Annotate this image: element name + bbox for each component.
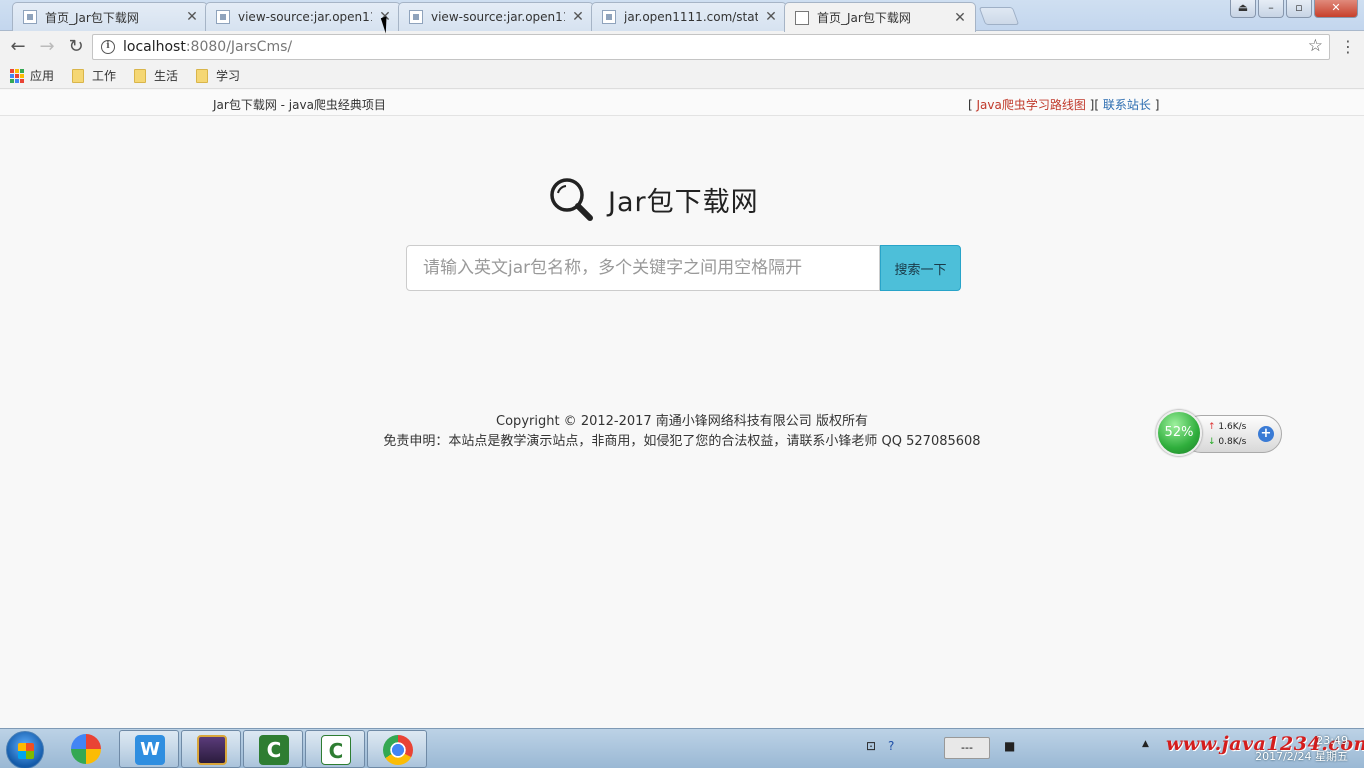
user-profile-button[interactable]: ⏏ xyxy=(1230,0,1256,18)
document-icon xyxy=(795,10,809,25)
page-favicon-icon xyxy=(23,10,37,24)
download-speed-value: 0.8K/s xyxy=(1218,437,1247,447)
tray-network-icon[interactable]: ⊡ xyxy=(866,739,876,753)
down-arrow-icon: ↓ xyxy=(1208,437,1216,447)
bracket: [ xyxy=(968,98,977,112)
magnifier-icon xyxy=(550,178,593,221)
up-arrow-icon: ↑ xyxy=(1208,422,1216,432)
chrome-icon xyxy=(383,735,413,765)
roadmap-link[interactable]: Java爬虫学习路线图 xyxy=(977,98,1086,112)
bracket: ][ xyxy=(1085,98,1103,112)
browser-tab[interactable]: jar.open1111.com/stat ✕ xyxy=(591,2,787,31)
upload-speed: ↑ 1.6K/s xyxy=(1208,422,1246,432)
jingle-ide-icon xyxy=(197,735,227,765)
taskbar-app-wps[interactable]: W xyxy=(119,730,179,768)
bookmark-star-icon[interactable]: ☆ xyxy=(1308,36,1323,56)
folder-icon xyxy=(196,68,209,83)
site-info-icon[interactable]: i xyxy=(101,40,115,54)
page-content: Jar包下载网 - java爬虫经典项目 [ Java爬虫学习路线图 ][ 联系… xyxy=(0,90,1364,728)
start-button[interactable] xyxy=(6,731,44,768)
browser-toolbar: ← → ↻ i localhost:8080/JarsCms/ ☆ ⋮ xyxy=(0,31,1364,63)
taskbar-app-chrome[interactable] xyxy=(367,730,427,768)
taskbar-app-jingle[interactable] xyxy=(181,730,241,768)
url-path: :8080/JarsCms/ xyxy=(185,39,293,55)
page-favicon-icon xyxy=(216,10,230,24)
tray-expand-icon[interactable]: ▲ xyxy=(1142,739,1149,749)
tray-power-icon[interactable]: ■ xyxy=(1004,739,1015,753)
chrome-menu-icon[interactable]: ⋮ xyxy=(1340,37,1356,56)
taskbar-app-camtasia[interactable]: C xyxy=(243,730,303,768)
system-clock[interactable]: 23:49 2017/2/24 星期五 xyxy=(1255,733,1348,765)
upload-speed-value: 1.6K/s xyxy=(1218,422,1247,432)
tab-title: 首页_Jar包下载网 xyxy=(45,10,139,25)
bracket: ] xyxy=(1150,98,1160,112)
close-window-button[interactable]: ✕ xyxy=(1314,0,1358,18)
search-input[interactable] xyxy=(406,245,880,291)
tab-title: view-source:jar.open1111 xyxy=(431,10,565,24)
address-bar[interactable]: i localhost:8080/JarsCms/ ☆ xyxy=(92,34,1330,60)
browser-tab[interactable]: 首页_Jar包下载网 ✕ xyxy=(12,2,208,31)
camtasia-icon: C xyxy=(259,735,289,765)
close-tab-icon[interactable]: ✕ xyxy=(953,10,967,26)
forward-arrow-icon[interactable]: → xyxy=(35,35,59,59)
close-tab-icon[interactable]: ✕ xyxy=(764,9,778,25)
page-favicon-icon xyxy=(602,10,616,24)
search-form: 搜索一下 xyxy=(406,245,961,291)
download-speed: ↓ 0.8K/s xyxy=(1208,437,1246,447)
browser-tab[interactable]: view-source:jar.open1111 ✕ xyxy=(205,2,401,31)
site-topbar: Jar包下载网 - java爬虫经典项目 [ Java爬虫学习路线图 ][ 联系… xyxy=(0,90,1364,116)
tab-title: view-source:jar.open1111 xyxy=(238,10,372,24)
url-host: localhost xyxy=(123,39,186,55)
bookmark-folder-life[interactable]: 生活 xyxy=(134,67,178,84)
browser-tab-active[interactable]: 首页_Jar包下载网 ✕ xyxy=(784,2,976,32)
clock-time: 23:49 xyxy=(1316,734,1348,747)
bookmark-label: 工作 xyxy=(92,69,117,83)
tab-title: 首页_Jar包下载网 xyxy=(817,11,911,25)
taskbar-app-camtasia-recorder[interactable]: C xyxy=(305,730,365,768)
bookmark-label: 生活 xyxy=(154,69,179,83)
camtasia-recorder-icon: C xyxy=(321,735,351,765)
close-tab-icon[interactable]: ✕ xyxy=(185,9,199,25)
maximize-button[interactable]: ▫ xyxy=(1286,0,1312,18)
tab-strip: 首页_Jar包下载网 ✕ view-source:jar.open1111 ✕ … xyxy=(0,0,1364,34)
close-tab-icon[interactable]: ✕ xyxy=(571,9,585,25)
bookmarks-bar: 应用 工作 生活 学习 xyxy=(0,63,1364,89)
memory-usage-gauge[interactable]: 52% xyxy=(1156,410,1202,456)
bookmark-label: 学习 xyxy=(216,69,241,83)
tray-input-indicator[interactable]: --- xyxy=(944,737,990,759)
clock-date: 2017/2/24 星期五 xyxy=(1255,750,1348,763)
taskbar-app-pinwheel[interactable] xyxy=(56,730,116,768)
logo-text: Jar包下载网 xyxy=(608,186,759,218)
plus-icon[interactable]: + xyxy=(1258,426,1274,442)
apps-grid-icon xyxy=(10,68,24,83)
bookmark-folder-work[interactable]: 工作 xyxy=(72,67,116,84)
reload-icon[interactable]: ↻ xyxy=(64,35,88,59)
page-favicon-icon xyxy=(409,10,423,24)
browser-tab[interactable]: view-source:jar.open1111 ✕ xyxy=(398,2,594,31)
search-button[interactable]: 搜索一下 xyxy=(880,245,961,291)
tab-title: jar.open1111.com/stat xyxy=(624,10,758,24)
site-subtitle: Jar包下载网 - java爬虫经典项目 xyxy=(213,98,386,112)
back-arrow-icon[interactable]: ← xyxy=(6,35,30,59)
network-monitor-widget[interactable]: 52% ↑ 1.6K/s ↓ 0.8K/s + xyxy=(1156,410,1282,456)
minimize-button[interactable]: – xyxy=(1258,0,1284,18)
wps-writer-icon: W xyxy=(135,735,165,765)
contact-link[interactable]: 联系站长 xyxy=(1103,98,1151,112)
bookmark-folder-study[interactable]: 学习 xyxy=(196,67,240,84)
folder-icon xyxy=(134,68,147,83)
tray-help-icon[interactable]: ? xyxy=(888,739,894,753)
pinwheel-app-icon xyxy=(71,734,101,764)
bookmark-apps[interactable]: 应用 xyxy=(10,67,54,84)
windows-taskbar: W C C ⊡ ? --- ■ ▲ www.java1234.com 23:49… xyxy=(0,728,1364,768)
folder-icon xyxy=(72,68,85,83)
site-logo: Jar包下载网 xyxy=(548,176,759,222)
top-links: [ Java爬虫学习路线图 ][ 联系站长 ] xyxy=(968,96,1159,113)
new-tab-button[interactable] xyxy=(978,7,1020,25)
bookmark-label: 应用 xyxy=(30,69,55,83)
